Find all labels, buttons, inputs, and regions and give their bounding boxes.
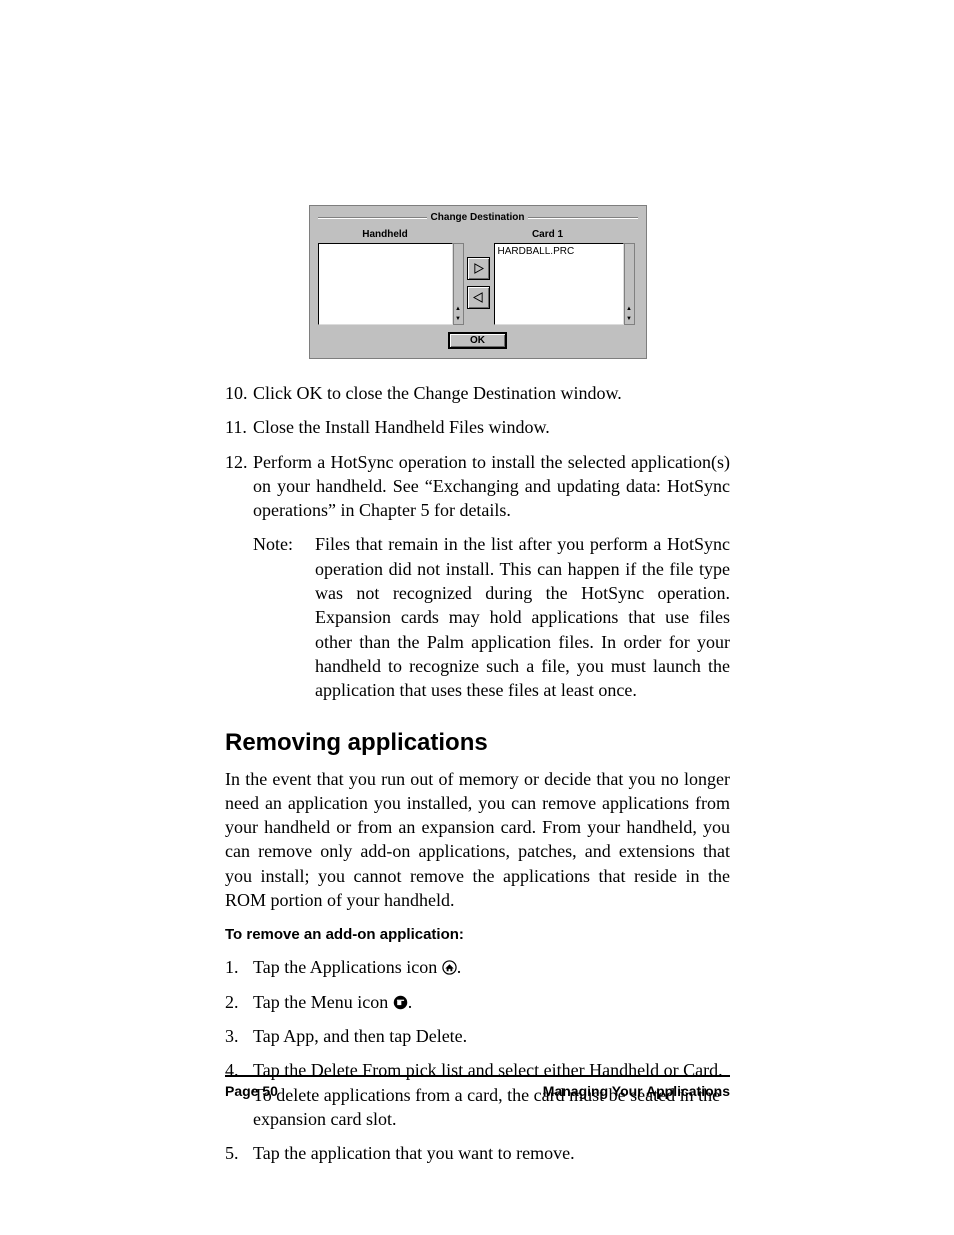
note-label: Note: — [253, 532, 315, 702]
step-number: 12. — [225, 450, 253, 523]
step-text: Tap the application that you want to rem… — [253, 1141, 730, 1165]
ok-button[interactable]: OK — [449, 333, 506, 348]
step-11: 11. Close the Install Handheld Files win… — [225, 415, 730, 439]
step-10: 10. Click OK to close the Change Destina… — [225, 381, 730, 405]
step-text: Tap App, and then tap Delete. — [253, 1024, 730, 1048]
continued-steps-list: 10. Click OK to close the Change Destina… — [225, 381, 730, 522]
step-number: 10. — [225, 381, 253, 405]
subheading-to-remove: To remove an add-on application: — [225, 926, 730, 943]
column-header-card: Card 1 — [483, 229, 613, 240]
column-header-handheld: Handheld — [318, 229, 453, 240]
move-right-button[interactable] — [467, 257, 490, 280]
list-item[interactable]: HARDBALL.PRC — [495, 244, 623, 259]
note-block: Note: Files that remain in the list afte… — [253, 532, 730, 702]
step-2: 2. Tap the Menu icon . — [225, 990, 730, 1014]
step-text: Perform a HotSync operation to install t… — [253, 450, 730, 523]
page-footer: Page 50 Managing Your Applications — [225, 1075, 730, 1099]
step-text-post: . — [457, 957, 462, 977]
footer-row: Page 50 Managing Your Applications — [225, 1083, 730, 1099]
footer-page-number: Page 50 — [225, 1083, 278, 1099]
footer-rule — [225, 1075, 730, 1077]
document-page: Change Destination Handheld Card 1 ▲ ▼ — [0, 0, 954, 1235]
section-paragraph: In the event that you run out of memory … — [225, 767, 730, 913]
scroll-down-icon[interactable]: ▼ — [454, 314, 463, 324]
step-text: Click OK to close the Change Destination… — [253, 381, 730, 405]
step-text: Tap the Menu icon . — [253, 990, 730, 1014]
footer-chapter-title: Managing Your Applications — [543, 1083, 730, 1099]
step-12: 12. Perform a HotSync operation to insta… — [225, 450, 730, 523]
home-icon — [442, 960, 457, 975]
change-destination-dialog: Change Destination Handheld Card 1 ▲ ▼ — [309, 205, 647, 359]
dialog-title: Change Destination — [427, 212, 529, 223]
step-number: 2. — [225, 990, 253, 1014]
page-content: Change Destination Handheld Card 1 ▲ ▼ — [225, 205, 730, 1175]
step-3: 3. Tap App, and then tap Delete. — [225, 1024, 730, 1048]
step-text-pre: Tap the Applications icon — [253, 957, 442, 977]
note-text: Files that remain in the list after you … — [315, 532, 730, 702]
step-text: Tap the Applications icon . — [253, 955, 730, 979]
remove-steps-list: 1. Tap the Applications icon . 2. Tap th… — [225, 955, 730, 1165]
step-text-pre: Tap the Menu icon — [253, 992, 393, 1012]
triangle-right-icon — [473, 263, 484, 274]
step-number: 3. — [225, 1024, 253, 1048]
title-rule-left — [318, 217, 427, 219]
dialog-title-row: Change Destination — [318, 212, 638, 223]
dialog-column-headers: Handheld Card 1 — [318, 229, 638, 240]
handheld-scrollbar[interactable]: ▲ ▼ — [453, 243, 464, 325]
step-number: 1. — [225, 955, 253, 979]
step-5: 5. Tap the application that you want to … — [225, 1141, 730, 1165]
triangle-left-icon — [473, 292, 484, 303]
card-scrollbar[interactable]: ▲ ▼ — [624, 243, 635, 325]
handheld-listbox[interactable] — [318, 243, 453, 325]
step-text-post: . — [408, 992, 413, 1012]
step-text: Close the Install Handheld Files window. — [253, 415, 730, 439]
step-number: 5. — [225, 1141, 253, 1165]
dialog-body: ▲ ▼ HARDBALL.PRC — [318, 243, 638, 325]
move-left-button[interactable] — [467, 286, 490, 309]
step-1: 1. Tap the Applications icon . — [225, 955, 730, 979]
menu-icon — [393, 995, 408, 1010]
card-listbox[interactable]: HARDBALL.PRC — [494, 243, 624, 325]
scroll-up-icon[interactable]: ▲ — [625, 304, 634, 314]
step-number: 11. — [225, 415, 253, 439]
scroll-up-icon[interactable]: ▲ — [454, 304, 463, 314]
dialog-footer: OK — [318, 333, 638, 348]
scroll-down-icon[interactable]: ▼ — [625, 314, 634, 324]
title-rule-right — [528, 217, 637, 219]
section-heading-removing-applications: Removing applications — [225, 729, 730, 757]
transfer-buttons — [464, 243, 494, 325]
